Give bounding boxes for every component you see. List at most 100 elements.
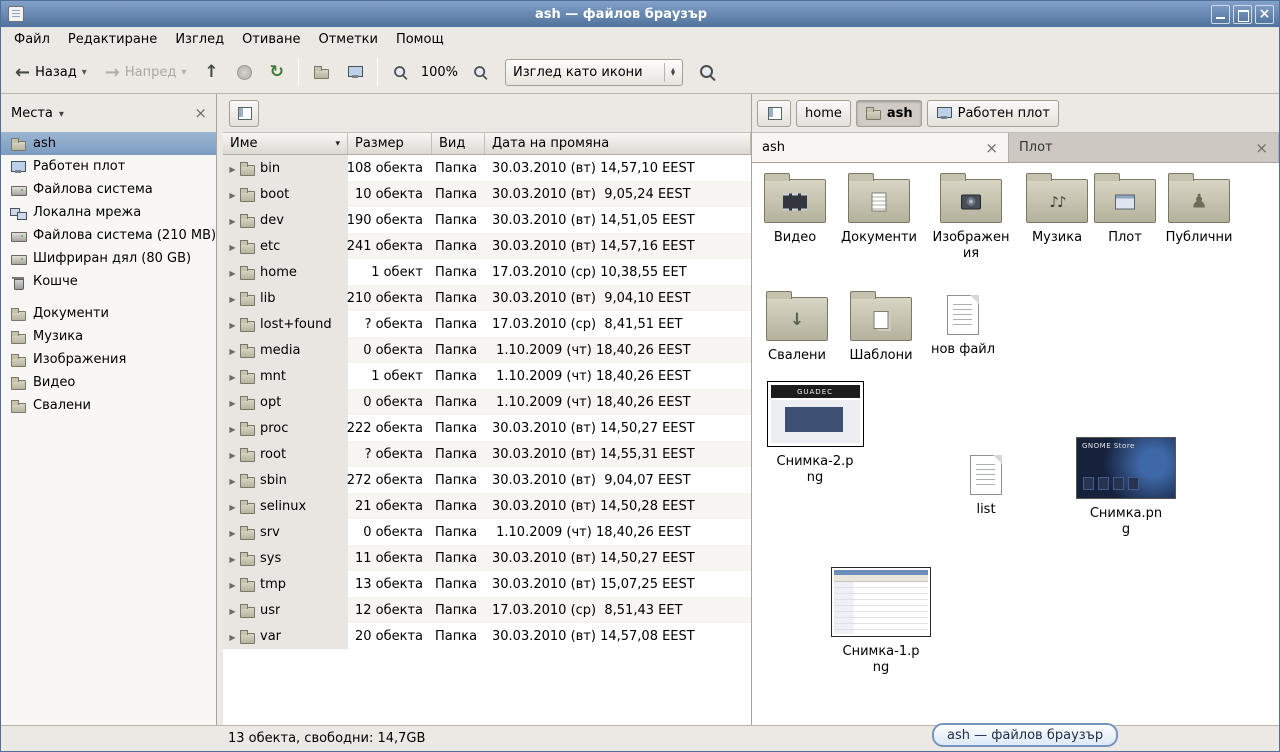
computer-button[interactable] bbox=[339, 58, 371, 86]
forward-button[interactable]: Напред bbox=[97, 56, 195, 89]
table-row[interactable]: proc 222 обекта Папка 30.03.2010 (вт) 14… bbox=[223, 415, 751, 441]
sidebar-place-item[interactable]: Изображения bbox=[1, 348, 216, 371]
table-row[interactable]: dev 190 обекта Папка 30.03.2010 (вт) 14,… bbox=[223, 207, 751, 233]
sidebar-place-item[interactable]: Файлова система (210 MB) bbox=[1, 224, 216, 247]
expander-icon[interactable] bbox=[227, 187, 238, 202]
sidebar-place-item[interactable]: Музика bbox=[1, 325, 216, 348]
table-row[interactable]: lib 210 обекта Папка 30.03.2010 (вт) 9,0… bbox=[223, 285, 751, 311]
sidebar-place-item[interactable]: Видео bbox=[1, 371, 216, 394]
table-row[interactable]: usr 12 обекта Папка 17.03.2010 (ср) 8,51… bbox=[223, 597, 751, 623]
close-button-icon[interactable] bbox=[1255, 5, 1274, 24]
places-close-icon[interactable] bbox=[194, 104, 207, 122]
column-header[interactable]: Име bbox=[223, 133, 348, 155]
icon-view-item[interactable]: Снимка-1.png bbox=[827, 567, 935, 675]
table-row[interactable]: opt 0 обекта Папка 1.10.2009 (чт) 18,40,… bbox=[223, 389, 751, 415]
pane-toggle-button[interactable] bbox=[229, 100, 259, 127]
expander-icon[interactable] bbox=[227, 239, 238, 254]
reload-button[interactable] bbox=[262, 56, 292, 88]
table-row[interactable]: lost+found ? обекта Папка 17.03.2010 (ср… bbox=[223, 311, 751, 337]
table-row[interactable]: bin 108 обекта Папка 30.03.2010 (вт) 14,… bbox=[223, 155, 751, 181]
expander-icon[interactable] bbox=[227, 525, 238, 540]
tab-close-icon[interactable] bbox=[985, 139, 998, 157]
places-title[interactable]: Места bbox=[10, 104, 54, 123]
icon-view-item[interactable]: list bbox=[943, 449, 1029, 518]
table-row[interactable]: root ? обекта Папка 30.03.2010 (вт) 14,5… bbox=[223, 441, 751, 467]
column-header[interactable]: Размер bbox=[348, 133, 432, 155]
icon-view-item[interactable]: Документи bbox=[836, 171, 922, 246]
expander-icon[interactable] bbox=[227, 291, 238, 306]
column-header[interactable]: Дата на промяна bbox=[485, 133, 751, 155]
sidebar-place-item[interactable]: Файлова система bbox=[1, 178, 216, 201]
table-row[interactable]: selinux 21 обекта Папка 30.03.2010 (вт) … bbox=[223, 493, 751, 519]
zoom-out-button[interactable] bbox=[384, 58, 417, 87]
home-button[interactable] bbox=[305, 58, 337, 86]
sidebar-place-item[interactable]: Работен плот bbox=[1, 155, 216, 178]
table-row[interactable]: tmp 13 обекта Папка 30.03.2010 (вт) 15,0… bbox=[223, 571, 751, 597]
path-button[interactable]: home bbox=[796, 100, 851, 127]
menu-item[interactable]: Изглед bbox=[166, 29, 233, 50]
view-mode-select[interactable]: Изглед като икони bbox=[505, 59, 683, 86]
expander-icon[interactable] bbox=[227, 343, 238, 358]
expander-icon[interactable] bbox=[227, 577, 238, 592]
icon-view-item[interactable]: Шаблони bbox=[838, 289, 924, 364]
icon-view-item[interactable]: GNOME Store Снимка.png bbox=[1072, 437, 1180, 537]
minimize-button-icon[interactable] bbox=[1211, 5, 1230, 24]
expander-icon[interactable] bbox=[227, 473, 238, 488]
table-row[interactable]: boot 10 обекта Папка 30.03.2010 (вт) 9,0… bbox=[223, 181, 751, 207]
expander-icon[interactable] bbox=[227, 317, 238, 332]
expander-icon[interactable] bbox=[227, 161, 238, 176]
icon-view-item[interactable]: нов файл bbox=[920, 289, 1006, 358]
places-dropdown-icon[interactable] bbox=[59, 106, 64, 121]
icon-view-item[interactable]: Видео bbox=[752, 171, 838, 246]
icon-view-item[interactable]: Изображения bbox=[928, 171, 1014, 261]
table-row[interactable]: media 0 обекта Папка 1.10.2009 (чт) 18,4… bbox=[223, 337, 751, 363]
sidebar-place-item[interactable]: Шифриран дял (80 GB) bbox=[1, 247, 216, 270]
sidebar-place-item[interactable]: Локална мрежа bbox=[1, 201, 216, 224]
zoom-in-button[interactable] bbox=[464, 58, 497, 87]
icon-view[interactable]: Видео Документи Изображения Музика Плот … bbox=[752, 163, 1279, 725]
expander-icon[interactable] bbox=[227, 265, 238, 280]
tasklist-button[interactable]: ash — файлов браузър bbox=[932, 723, 1118, 747]
menu-item[interactable]: Помощ bbox=[387, 29, 453, 50]
sidebar-place-item[interactable]: Свалени bbox=[1, 394, 216, 417]
icon-view-item[interactable]: Свалени bbox=[754, 289, 840, 364]
titlebar[interactable]: ash — файлов браузър bbox=[1, 1, 1279, 27]
stop-button[interactable] bbox=[229, 59, 260, 86]
sidebar-place-item[interactable]: Документи bbox=[1, 302, 216, 325]
table-row[interactable]: sbin 272 обекта Папка 30.03.2010 (вт) 9,… bbox=[223, 467, 751, 493]
expander-icon[interactable] bbox=[227, 395, 238, 410]
path-button[interactable] bbox=[757, 100, 791, 127]
table-row[interactable]: mnt 1 обект Папка 1.10.2009 (чт) 18,40,2… bbox=[223, 363, 751, 389]
expander-icon[interactable] bbox=[227, 213, 238, 228]
menu-item[interactable]: Редактиране bbox=[59, 29, 166, 50]
tab[interactable]: ash bbox=[752, 133, 1009, 162]
table-row[interactable]: var 20 обекта Папка 30.03.2010 (вт) 14,5… bbox=[223, 623, 751, 649]
tab[interactable]: Плот bbox=[1009, 133, 1279, 162]
icon-view-item[interactable]: Публични bbox=[1156, 171, 1242, 246]
expander-icon[interactable] bbox=[227, 629, 238, 644]
table-row[interactable]: home 1 обект Папка 17.03.2010 (ср) 10,38… bbox=[223, 259, 751, 285]
back-dropdown-icon[interactable] bbox=[82, 67, 87, 78]
up-button[interactable] bbox=[196, 56, 226, 88]
maximize-button-icon[interactable] bbox=[1233, 5, 1252, 24]
menu-item[interactable]: Отиване bbox=[233, 29, 309, 50]
sidebar-place-item[interactable]: ash bbox=[1, 132, 216, 155]
forward-dropdown-icon[interactable] bbox=[181, 67, 186, 78]
table-row[interactable]: srv 0 обекта Папка 1.10.2009 (чт) 18,40,… bbox=[223, 519, 751, 545]
expander-icon[interactable] bbox=[227, 447, 238, 462]
tab-close-icon[interactable] bbox=[1255, 139, 1268, 157]
expander-icon[interactable] bbox=[227, 499, 238, 514]
back-button[interactable]: Назад bbox=[7, 56, 95, 89]
expander-icon[interactable] bbox=[227, 369, 238, 384]
path-button[interactable]: Работен плот bbox=[927, 100, 1059, 127]
expander-icon[interactable] bbox=[227, 421, 238, 436]
expander-icon[interactable] bbox=[227, 551, 238, 566]
table-row[interactable]: sys 11 обекта Папка 30.03.2010 (вт) 14,5… bbox=[223, 545, 751, 571]
table-row[interactable]: etc 241 обекта Папка 30.03.2010 (вт) 14,… bbox=[223, 233, 751, 259]
sidebar-place-item[interactable]: Кошче bbox=[1, 270, 216, 293]
icon-view-item[interactable]: GUADEC Снимка-2.png bbox=[765, 381, 865, 485]
search-button[interactable] bbox=[691, 58, 724, 87]
menu-item[interactable]: Отметки bbox=[309, 29, 386, 50]
expander-icon[interactable] bbox=[227, 603, 238, 618]
path-button[interactable]: ash bbox=[856, 100, 922, 127]
